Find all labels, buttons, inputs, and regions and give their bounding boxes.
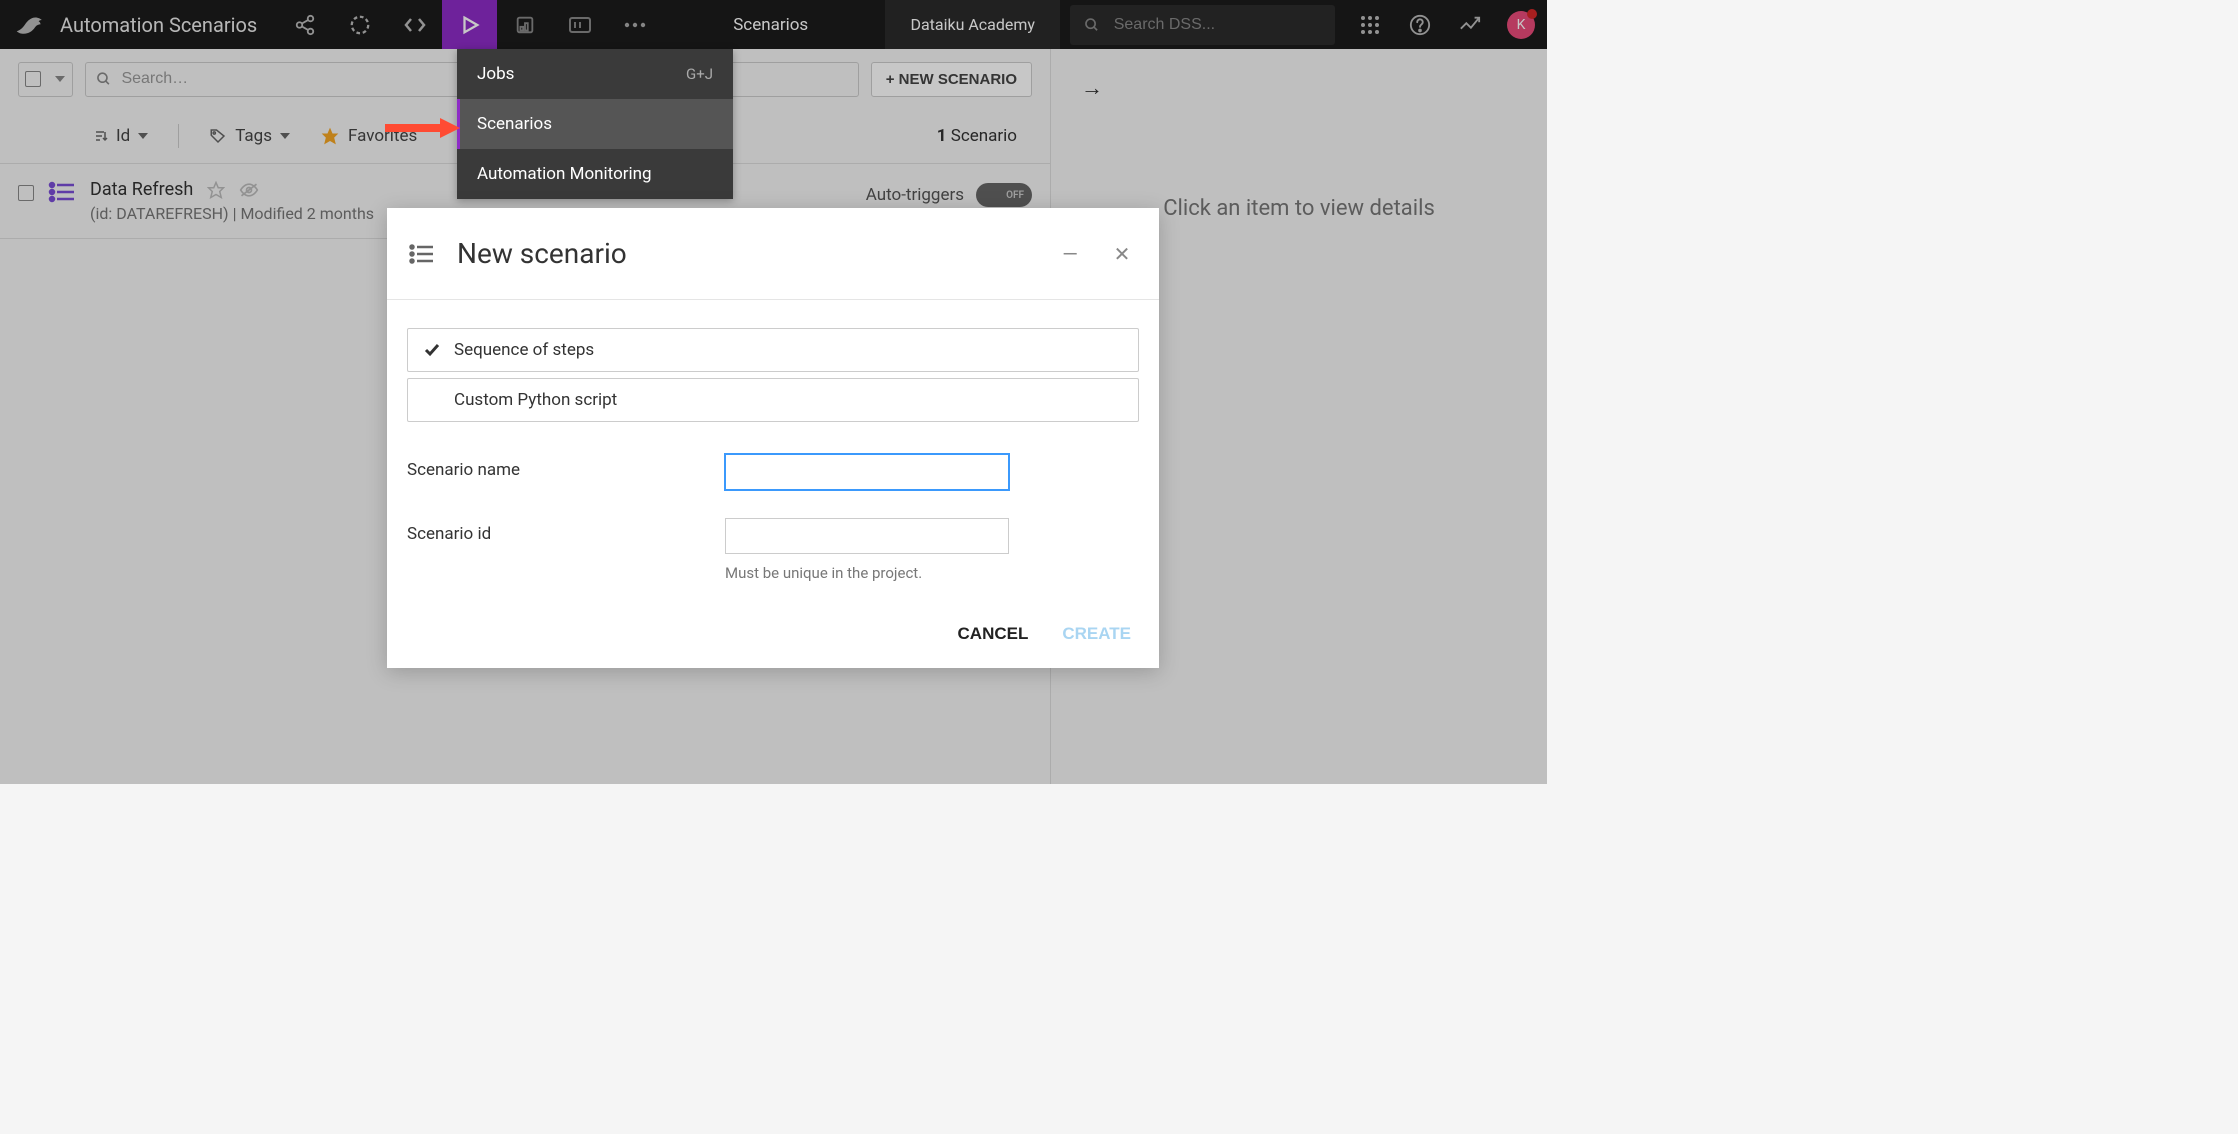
scenario-id-input[interactable] [725, 518, 1009, 554]
scenario-id-hint: Must be unique in the project. [725, 564, 1009, 582]
option-custom-python[interactable]: Custom Python script [407, 378, 1139, 422]
cancel-button[interactable]: CANCEL [958, 624, 1029, 644]
new-scenario-modal: New scenario — ✕ Sequence of steps Custo… [387, 208, 1159, 668]
create-button[interactable]: CREATE [1062, 624, 1131, 644]
modal-title: New scenario [457, 237, 1033, 270]
scenario-name-label: Scenario name [407, 454, 725, 480]
scenario-name-input[interactable] [725, 454, 1009, 490]
list-icon [409, 244, 435, 264]
menu-item-automation-monitoring[interactable]: Automation Monitoring [457, 149, 733, 199]
modal-footer: CANCEL CREATE [387, 606, 1159, 668]
check-icon [424, 343, 442, 357]
menu-item-jobs[interactable]: Jobs G+J [457, 49, 733, 99]
minimize-button[interactable]: — [1055, 242, 1085, 266]
modal-body: Sequence of steps Custom Python script S… [387, 300, 1159, 606]
annotation-arrow-icon [385, 118, 460, 138]
close-button[interactable]: ✕ [1107, 242, 1137, 266]
menu-item-scenarios[interactable]: Scenarios [457, 99, 733, 149]
modal-header: New scenario — ✕ [387, 208, 1159, 300]
jobs-dropdown-menu: Jobs G+J Scenarios Automation Monitoring [457, 49, 733, 199]
option-sequence-of-steps[interactable]: Sequence of steps [407, 328, 1139, 372]
scenario-id-label: Scenario id [407, 518, 725, 544]
